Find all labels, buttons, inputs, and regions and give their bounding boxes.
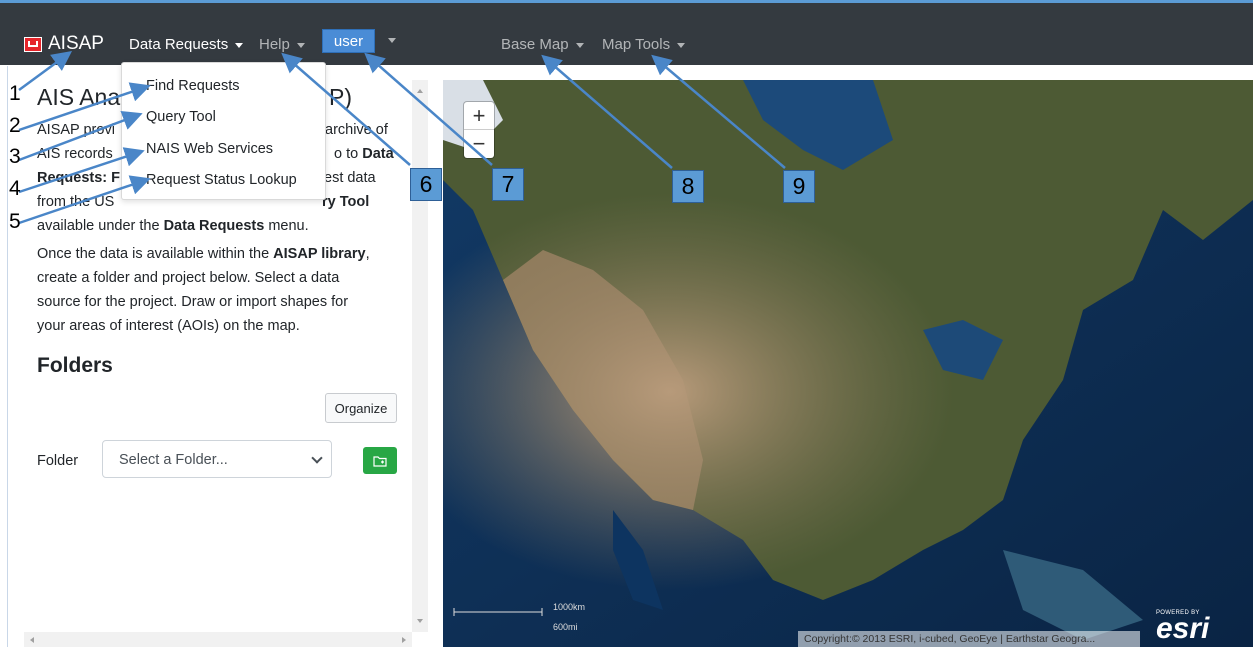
callout-9: 9 — [783, 170, 815, 203]
data-requests-menu[interactable]: Data Requests — [129, 36, 244, 53]
help-menu[interactable]: Help — [259, 36, 305, 53]
callout-3: 3 — [9, 145, 21, 168]
base-map-label: Base Map — [501, 36, 569, 53]
navbar: AISAP Data Requests Help user Base Map M… — [0, 3, 1253, 65]
menu-item-request-status-lookup[interactable]: Request Status Lookup — [146, 172, 297, 188]
sidebar-vertical-scrollbar[interactable] — [412, 80, 428, 632]
chevron-down-icon — [235, 42, 244, 48]
para-bold: AISAP library — [273, 246, 366, 262]
para-text: , — [365, 246, 370, 262]
intro-line-1: AISAP provi archive of — [37, 122, 388, 138]
title-left: AIS Ana — [37, 84, 121, 110]
user-chevron-down-icon[interactable] — [388, 38, 396, 43]
callout-2: 2 — [9, 114, 21, 137]
base-map-menu[interactable]: Base Map — [501, 36, 584, 53]
scale-line-icon — [453, 608, 543, 616]
scale-km: 1000km — [553, 602, 586, 612]
esri-text: esri — [1156, 612, 1210, 645]
menu-item-nais-web-services[interactable]: NAIS Web Services — [146, 141, 273, 157]
callout-8: 8 — [672, 170, 704, 203]
scroll-down-icon[interactable] — [417, 619, 423, 623]
brand-text: AISAP — [48, 33, 104, 54]
intro-text: menu. — [264, 218, 309, 234]
title-right: P) — [329, 84, 352, 110]
intro-line-5: available under the Data Requests menu. — [37, 218, 309, 234]
callout-6: 6 — [410, 168, 442, 201]
zoom-control: + − — [464, 102, 494, 158]
intro-text: available under the — [37, 218, 164, 234]
chevron-down-icon — [296, 42, 305, 48]
intro-text: AISAP provi — [37, 122, 115, 138]
intro-text: from the US — [37, 194, 115, 210]
para-text: Once the data is available within the — [37, 246, 274, 262]
organize-button[interactable]: Organize — [325, 393, 397, 423]
folders-heading: Folders — [37, 354, 113, 377]
esri-logo: POWERED BY esri — [1156, 610, 1210, 645]
add-folder-button[interactable] — [363, 447, 397, 474]
scroll-left-icon[interactable] — [30, 637, 34, 643]
map-tools-label: Map Tools — [602, 36, 671, 53]
menu-item-find-requests[interactable]: Find Requests — [146, 78, 240, 94]
intro-bold: Data Requests — [163, 218, 265, 234]
intro-text: archive of — [325, 122, 388, 138]
folder-select[interactable]: Select a Folder... — [102, 440, 332, 478]
chevron-down-icon — [575, 42, 584, 48]
intro-text: o to — [334, 146, 363, 162]
intro-bold: Requests: F — [37, 170, 120, 186]
intro-text: AIS records — [37, 146, 113, 162]
scroll-right-icon[interactable] — [402, 637, 406, 643]
user-menu[interactable]: user — [322, 29, 375, 53]
data-requests-label: Data Requests — [129, 36, 229, 53]
callout-7: 7 — [492, 168, 524, 201]
para2-line-4: your areas of interest (AOIs) on the map… — [37, 318, 300, 334]
callout-1: 1 — [9, 82, 21, 105]
para2-line-1: Once the data is available within the AI… — [37, 246, 370, 262]
callout-5: 5 — [9, 210, 21, 233]
page-title: AIS Ana P) — [37, 84, 352, 111]
intro-line-3: Requests: F est data — [37, 170, 376, 186]
folder-select-value: Select a Folder... — [119, 452, 228, 468]
brand[interactable]: AISAP — [24, 33, 104, 55]
zoom-out-button[interactable]: − — [464, 130, 494, 158]
intro-text: est data — [324, 170, 376, 186]
data-requests-dropdown: Find Requests Query Tool NAIS Web Servic… — [121, 62, 326, 200]
para2-line-3: source for the project. Draw or import s… — [37, 294, 349, 310]
scroll-up-icon[interactable] — [417, 89, 423, 93]
zoom-in-button[interactable]: + — [464, 102, 494, 130]
satellite-imagery — [443, 80, 1253, 647]
map-view[interactable]: + − 1000km 600mi Copyright:© 2013 ESRI, … — [443, 80, 1253, 647]
map-tools-menu[interactable]: Map Tools — [602, 36, 686, 53]
sidebar-horizontal-scrollbar[interactable] — [24, 632, 412, 647]
menu-item-query-tool[interactable]: Query Tool — [146, 109, 216, 125]
chevron-down-icon — [311, 452, 323, 464]
castle-logo-icon — [24, 36, 42, 52]
map-attribution: Copyright:© 2013 ESRI, i-cubed, GeoEye |… — [798, 631, 1140, 647]
para2-line-2: create a folder and project below. Selec… — [37, 270, 340, 286]
chevron-down-icon — [677, 42, 686, 48]
folder-label: Folder — [37, 453, 79, 469]
intro-bold: Data — [362, 146, 394, 162]
folder-plus-icon — [373, 455, 387, 467]
intro-line-2: AIS records o to Data — [37, 146, 394, 162]
intro-bold: ry Tool — [322, 194, 370, 210]
scale-mi: 600mi — [553, 622, 578, 632]
intro-line-4: from the US ry Tool — [37, 194, 369, 210]
help-label: Help — [259, 36, 290, 53]
callout-4: 4 — [9, 177, 21, 200]
